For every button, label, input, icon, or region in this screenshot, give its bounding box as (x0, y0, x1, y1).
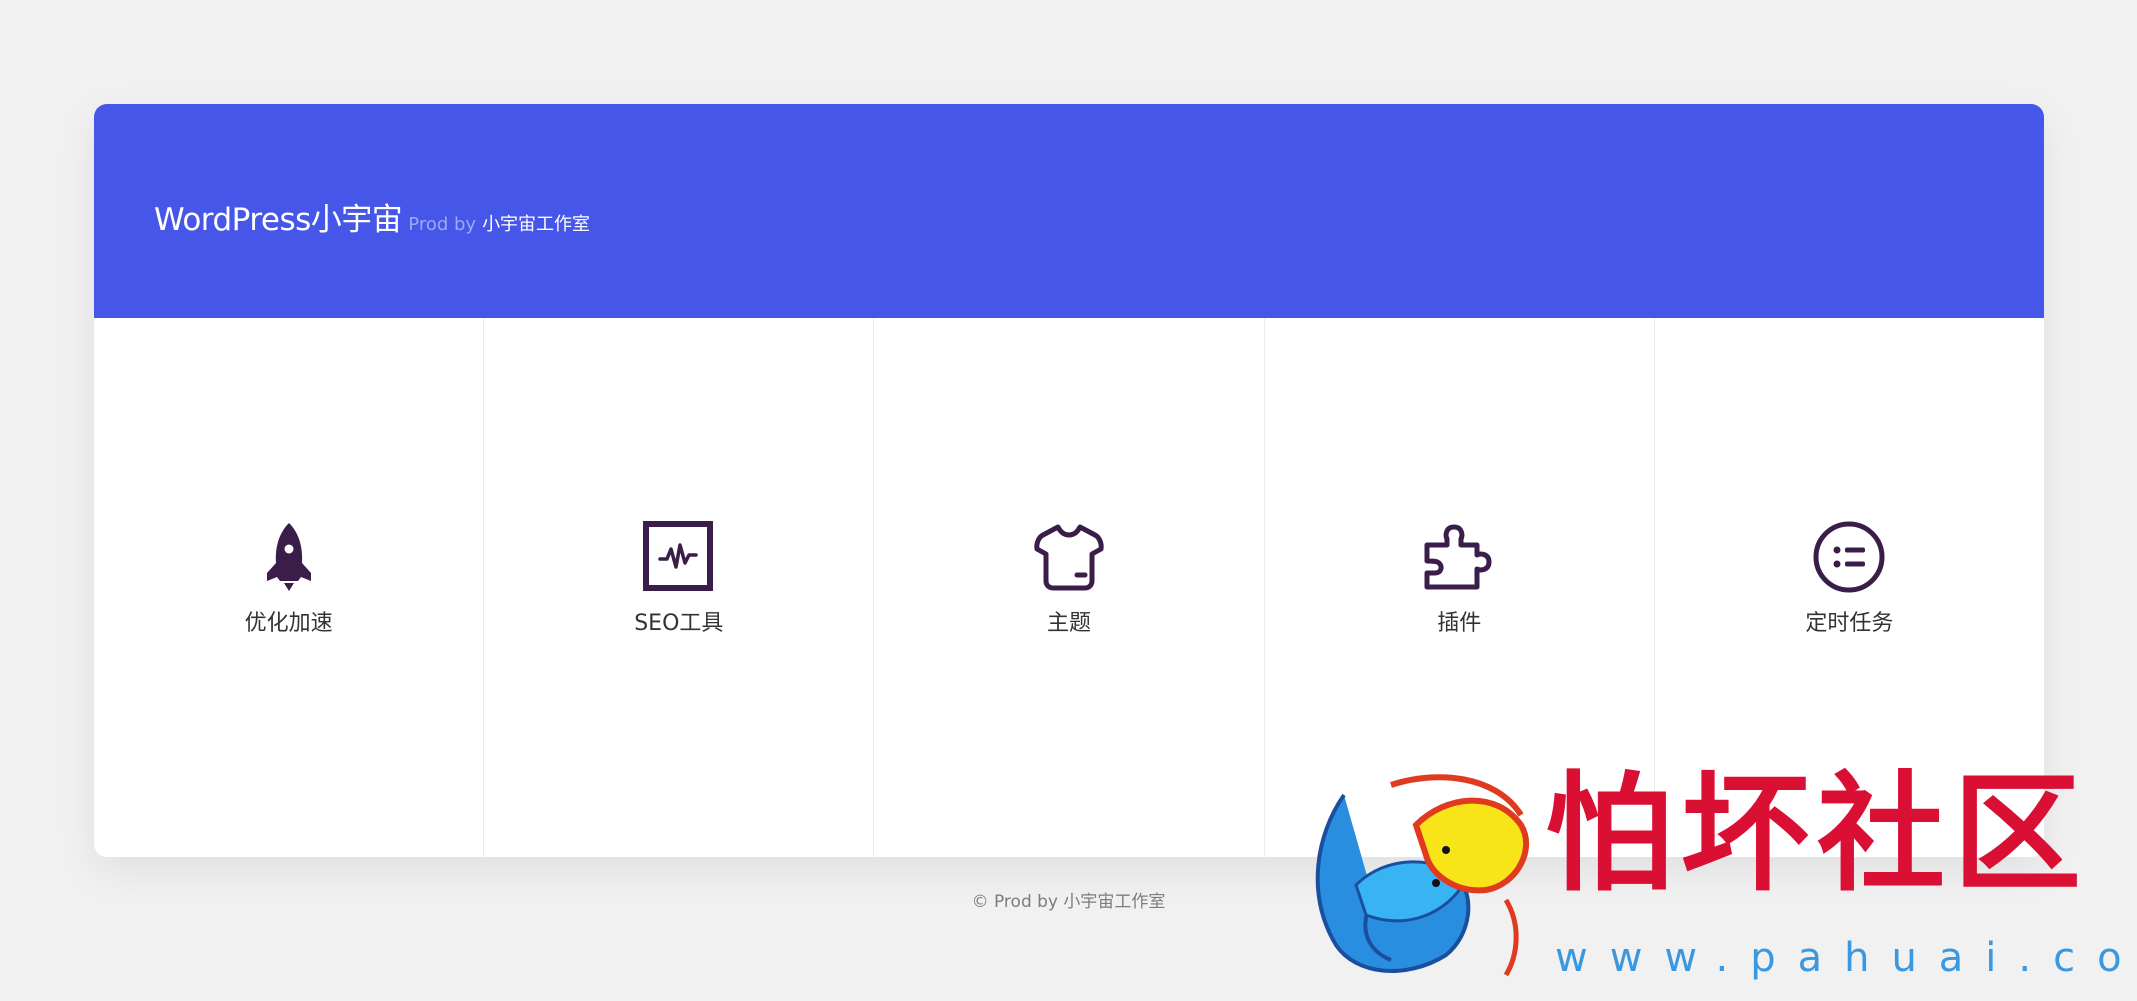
menu-item-themes[interactable]: 主题 (874, 318, 1265, 857)
pulse-chart-icon (641, 519, 717, 595)
watermark-url: www.pahuai.com (1555, 935, 2137, 981)
main-panel: WordPress小宇宙 Prod by 小宇宙工作室 优化加速 SEO工具 主… (94, 104, 2044, 857)
header-title: WordPress小宇宙 Prod by 小宇宙工作室 (154, 194, 590, 239)
tshirt-icon (1031, 519, 1107, 595)
menu-item-label: 主题 (1047, 610, 1092, 636)
menu-item-optimize[interactable]: 优化加速 (94, 318, 485, 857)
watermark-title: 怕坏社区 (1545, 759, 2090, 909)
studio-link[interactable]: 小宇宙工作室 (482, 210, 590, 236)
header-banner: WordPress小宇宙 Prod by 小宇宙工作室 (94, 104, 2044, 318)
prod-by-label: Prod by (408, 214, 477, 235)
menu-item-label: 插件 (1437, 610, 1482, 636)
list-circle-icon (1811, 519, 1887, 595)
menu-item-label: SEO工具 (634, 610, 724, 636)
puzzle-icon (1421, 519, 1497, 595)
rocket-icon (251, 519, 327, 595)
menu-item-label: 定时任务 (1805, 610, 1894, 636)
menu-item-seo-tools[interactable]: SEO工具 (484, 318, 875, 857)
site-name[interactable]: WordPress小宇宙 (154, 194, 403, 239)
menu-item-label: 优化加速 (244, 610, 333, 636)
